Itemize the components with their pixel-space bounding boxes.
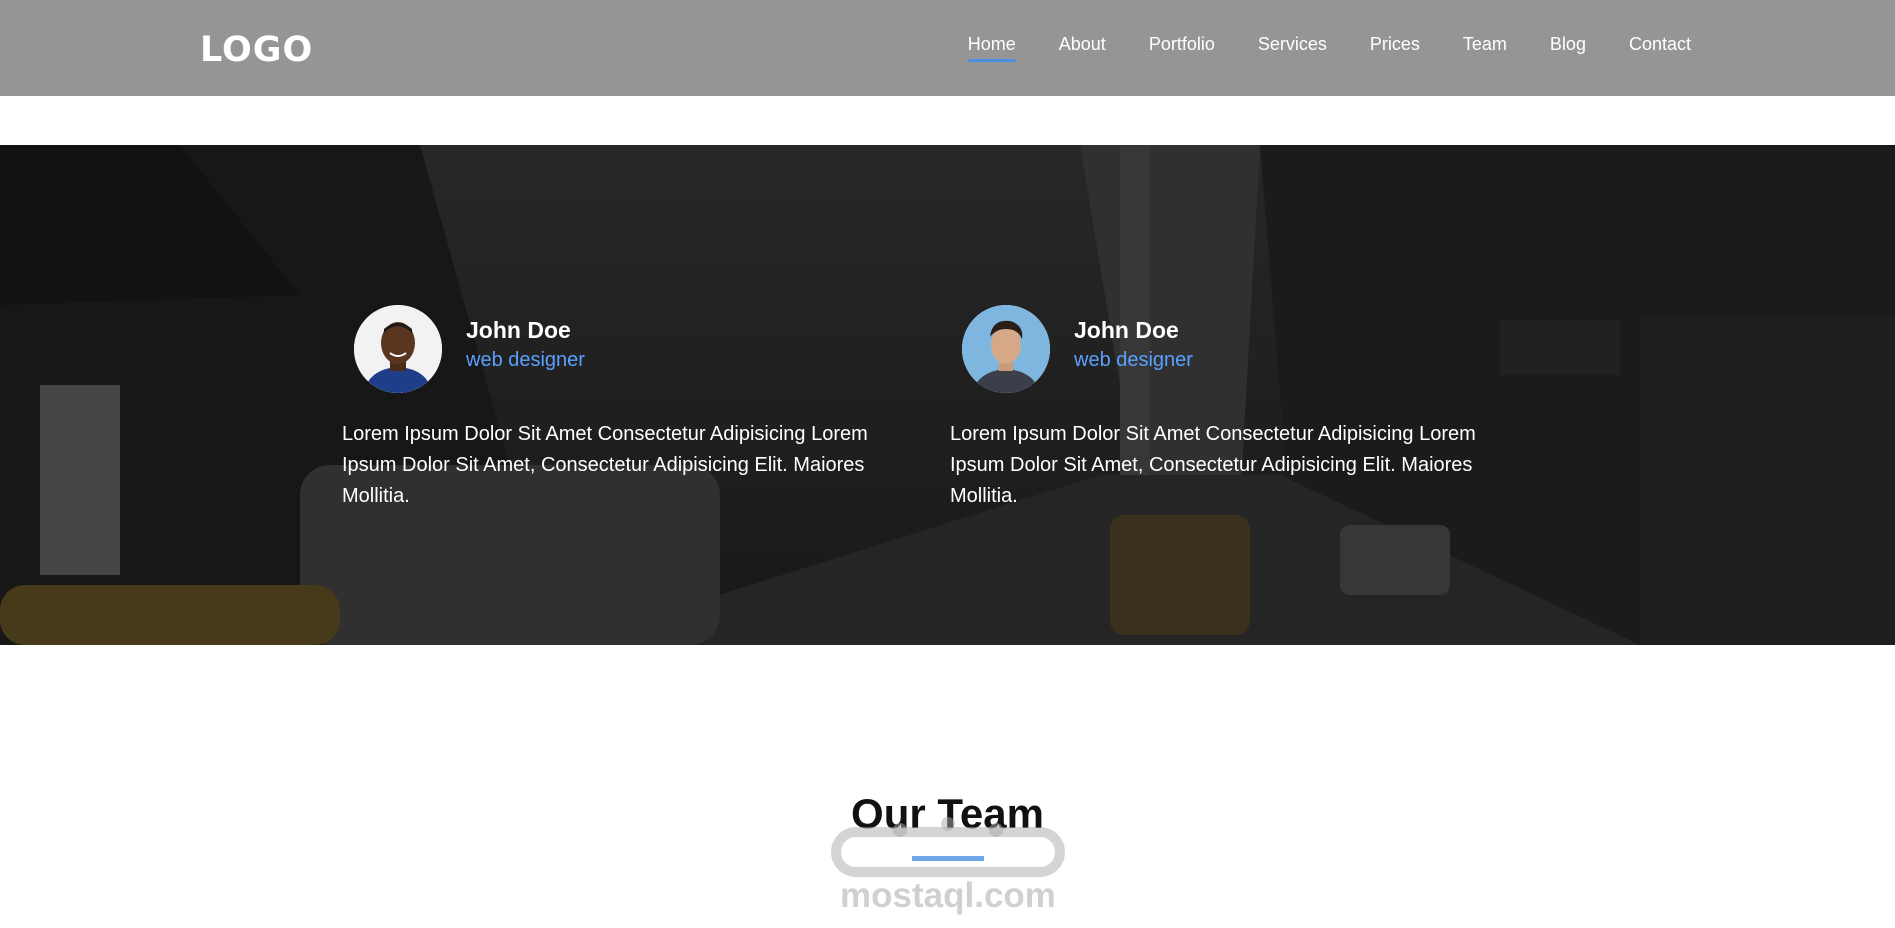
nav-item-portfolio[interactable]: Portfolio <box>1149 30 1215 58</box>
testimonial-text: Lorem Ipsum Dolor Sit Amet Consectetur A… <box>950 423 1476 507</box>
section-title: Our Team <box>851 790 1044 837</box>
avatar <box>354 305 442 393</box>
testimonial-role: web designer <box>1074 349 1193 371</box>
main-nav: Home About Portfolio Services Prices Tea… <box>925 30 1691 62</box>
nav-item-services[interactable]: Services <box>1258 30 1327 58</box>
testimonial-text: Lorem Ipsum Dolor Sit Amet Consectetur A… <box>342 423 868 507</box>
avatar <box>962 305 1050 393</box>
nav-item-about[interactable]: About <box>1059 30 1106 58</box>
testimonial-role: web designer <box>466 349 585 371</box>
nav-item-team[interactable]: Team <box>1463 30 1507 58</box>
testimonial-name: John Doe <box>1074 317 1179 343</box>
testimonial-name: John Doe <box>466 317 571 343</box>
nav-item-contact[interactable]: Contact <box>1629 30 1691 58</box>
title-underline <box>912 856 984 861</box>
header: LOGO Home About Portfolio Services Price… <box>0 0 1895 96</box>
nav-item-blog[interactable]: Blog <box>1550 30 1586 58</box>
logo[interactable]: LOGO <box>200 28 313 72</box>
nav-item-home[interactable]: Home <box>967 30 1016 62</box>
watermark-text: mostaql.com <box>840 876 1056 915</box>
nav-item-prices[interactable]: Prices <box>1370 30 1420 58</box>
city-street-background <box>0 145 1895 645</box>
testimonials-section: John Doe web designer Lorem Ipsum Dolor … <box>0 145 1895 645</box>
